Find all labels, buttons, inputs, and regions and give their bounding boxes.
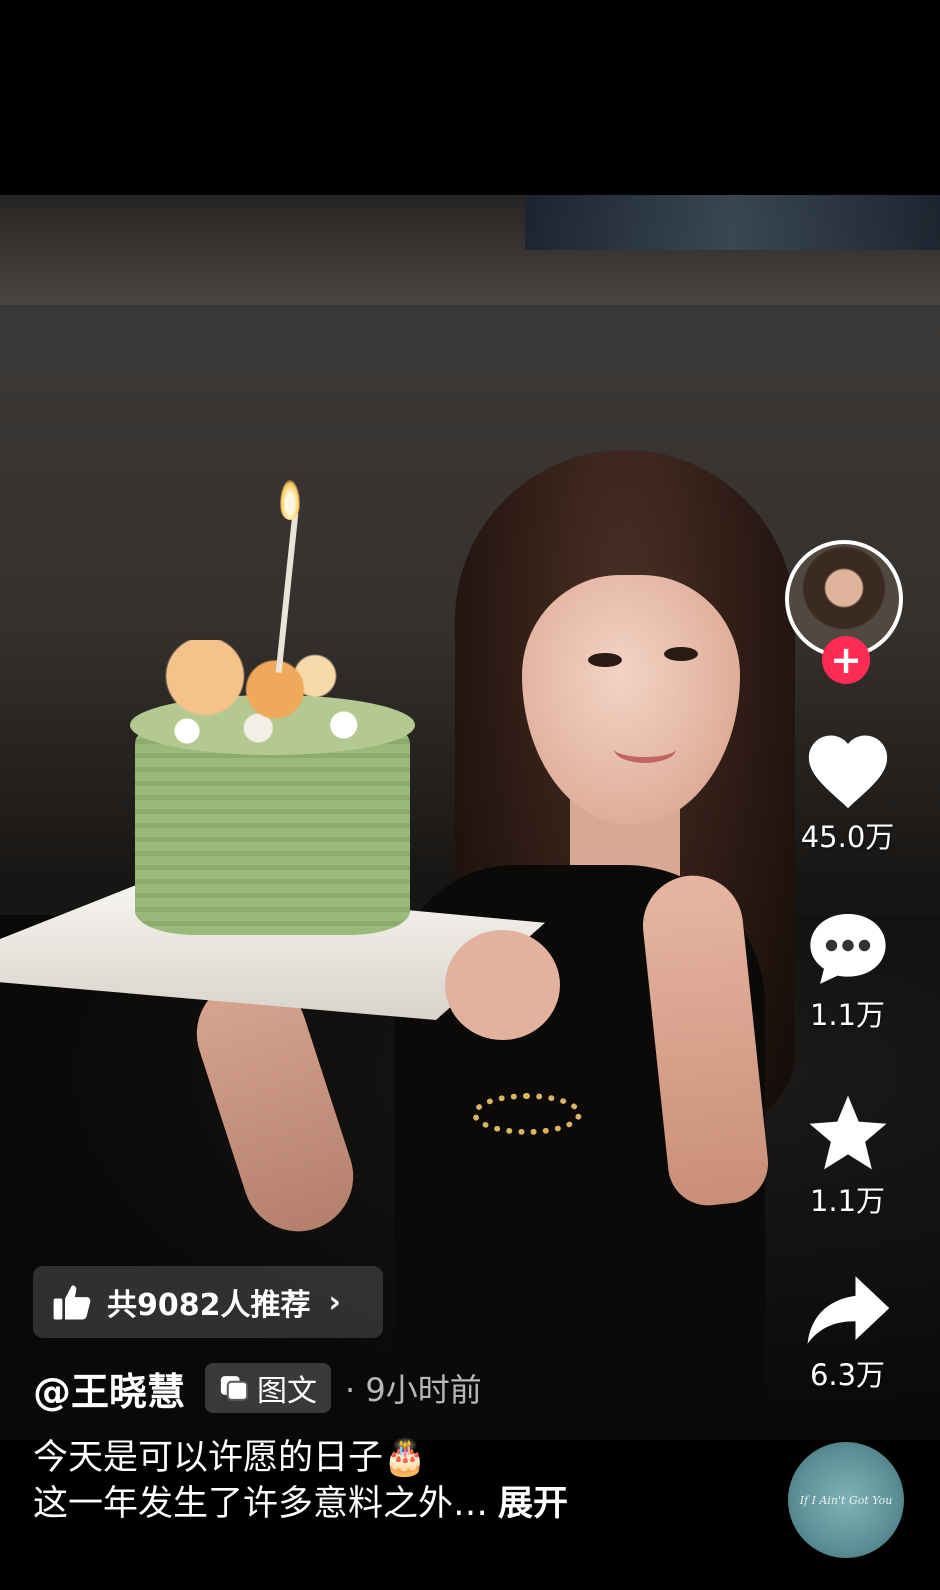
like-button[interactable]: 45.0万 <box>790 728 905 856</box>
chevron-right-icon: › <box>328 1284 341 1320</box>
candle-flame <box>280 480 300 520</box>
author-name[interactable]: @王晓慧 <box>33 1361 185 1416</box>
post-type-label: 图文 <box>257 1374 318 1409</box>
caption-line-2-text: 这一年发生了许多意料之外… <box>33 1484 489 1524</box>
post-caption: 今天是可以许愿的日子🎂 这一年发生了许多意料之外… 展开 <box>33 1435 773 1527</box>
follow-button[interactable]: + <box>822 636 870 684</box>
green-cake <box>135 730 410 935</box>
comment-count: 1.1万 <box>809 998 886 1032</box>
recommend-pill[interactable]: 共9082人推荐 › <box>33 1266 383 1338</box>
share-count: 6.3万 <box>809 1358 886 1392</box>
thumbs-up-icon <box>53 1285 91 1320</box>
like-count: 45.0万 <box>800 820 895 854</box>
background-screen <box>525 195 940 250</box>
comment-bubble-icon <box>809 913 886 984</box>
image-text-icon <box>220 1376 249 1401</box>
share-button[interactable]: 6.3万 <box>790 1272 905 1394</box>
right-hand <box>445 930 560 1040</box>
comment-button[interactable]: 1.1万 <box>790 908 905 1034</box>
share-arrow-icon <box>807 1276 889 1344</box>
follow-plus-label: + <box>830 638 862 682</box>
video-feed-screen: + 45.0万 1.1万 1.1万 6.3万 共9082人推荐 › @王晓慧 图… <box>0 0 940 1590</box>
gold-bracelet <box>472 1093 582 1135</box>
star-icon <box>808 1095 887 1170</box>
caption-line-2: 这一年发生了许多意料之外… 展开 <box>33 1481 773 1527</box>
heart-icon <box>808 735 887 809</box>
favorite-button[interactable]: 1.1万 <box>790 1092 905 1220</box>
music-disc-text: If I Ain't Got You <box>799 1493 893 1507</box>
left-eye <box>588 653 622 667</box>
favorite-count: 1.1万 <box>809 1184 886 1218</box>
expand-button[interactable]: 展开 <box>498 1484 568 1524</box>
caption-line-1: 今天是可以许愿的日子🎂 <box>33 1438 427 1478</box>
post-time: · 9小时前 <box>345 1371 482 1409</box>
music-disc[interactable]: If I Ain't Got You <box>788 1442 904 1558</box>
post-type-tag: 图文 <box>205 1363 332 1413</box>
author-row: @王晓慧 图文 · 9小时前 <box>33 1360 482 1416</box>
cake-flowers <box>145 640 345 730</box>
right-eye <box>664 647 698 661</box>
recommend-count-label: 共9082人推荐 <box>107 1288 311 1323</box>
smile <box>614 735 676 763</box>
